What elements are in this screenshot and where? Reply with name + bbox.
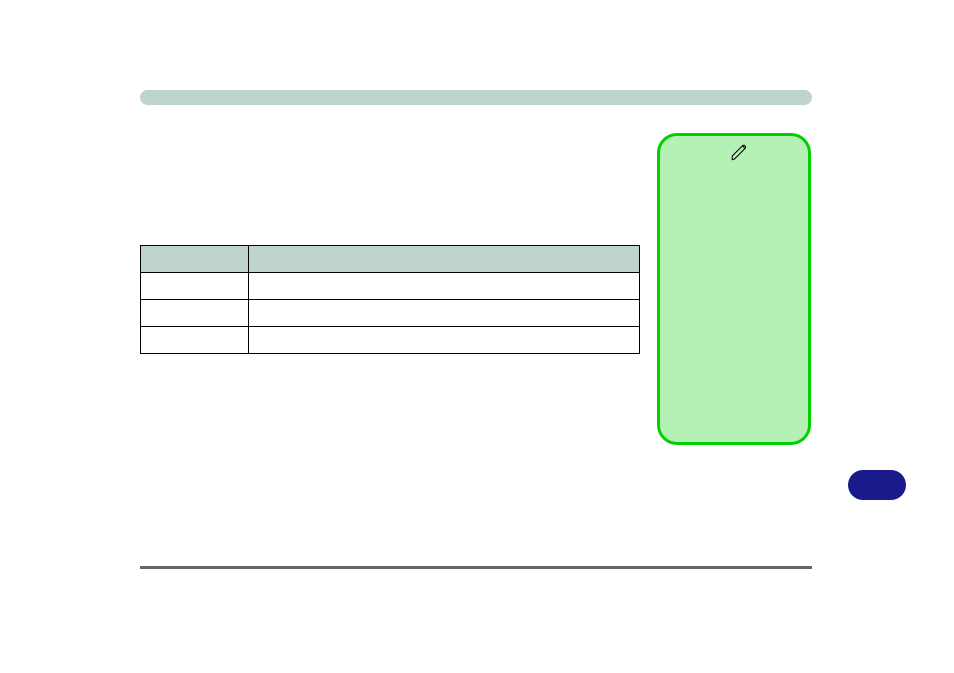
header-bar (140, 90, 812, 105)
table-cell (141, 273, 249, 300)
table-header-row (141, 246, 640, 273)
divider (140, 566, 812, 569)
table-cell (248, 300, 639, 327)
table-header-cell (248, 246, 639, 273)
table-header-cell (141, 246, 249, 273)
pen-icon (730, 144, 748, 162)
table-cell (141, 327, 249, 354)
action-button[interactable] (848, 470, 906, 500)
data-table (140, 245, 640, 354)
table-row (141, 273, 640, 300)
table-cell (248, 327, 639, 354)
editable-note-box[interactable] (657, 133, 811, 445)
table-cell (141, 300, 249, 327)
table-row (141, 327, 640, 354)
table-row (141, 300, 640, 327)
table-cell (248, 273, 639, 300)
